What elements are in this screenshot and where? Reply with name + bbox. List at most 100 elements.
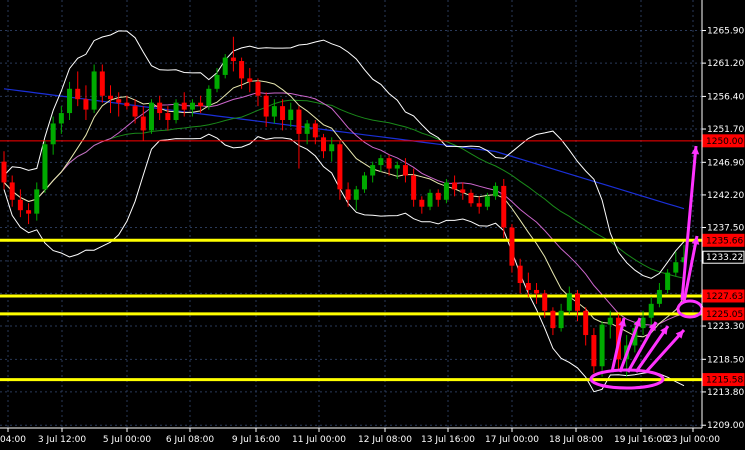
y-tick-label-4: 1246.90 — [707, 158, 744, 168]
y-tick-label-6: 1237.50 — [707, 224, 744, 234]
candle-body-45 — [370, 165, 376, 176]
candle-body-79 — [648, 303, 654, 318]
x-tick-label-8: 17 Jul 00:00 — [485, 435, 539, 445]
candle-body-28 — [230, 57, 236, 62]
candle-body-54 — [443, 182, 449, 200]
candle-body-29 — [239, 61, 245, 79]
candle-body-59 — [484, 196, 490, 207]
candle-body-13 — [108, 95, 114, 100]
price-badge-label-4: 1225.05 — [706, 310, 743, 320]
candle-body-63 — [517, 265, 523, 284]
candle-body-30 — [247, 78, 253, 82]
candle-body-67 — [550, 310, 556, 329]
candle-body-68 — [558, 310, 564, 329]
candle-body-64 — [525, 283, 531, 290]
candle-body-10 — [83, 99, 89, 110]
y-tick-label-3: 1251.70 — [707, 125, 744, 135]
x-tick-label-1: 3 Jul 12:00 — [38, 435, 87, 445]
y-tick-label-10: 1218.50 — [707, 355, 744, 365]
candle-body-81 — [665, 272, 671, 290]
candle-body-0 — [1, 161, 7, 183]
x-tick-label-10: 19 Jul 16:00 — [614, 435, 668, 445]
x-tick-label-2: 5 Jul 00:00 — [103, 435, 152, 445]
candle-body-55 — [452, 182, 458, 190]
candle-body-14 — [116, 99, 122, 103]
candle-body-19 — [157, 102, 163, 114]
candle-body-44 — [361, 175, 367, 190]
candle-body-66 — [542, 293, 548, 311]
price-chart[interactable]: 1265.90 1261.20 1256.40 1251.70 1246.90 1242.… — [0, 0, 745, 450]
price-badge-label-1: 1235.66 — [706, 236, 743, 246]
candle-body-27 — [222, 57, 228, 75]
candle-body-15 — [124, 102, 130, 107]
x-tick-label-6: 12 Jul 08:00 — [358, 435, 412, 445]
candle-body-4 — [34, 189, 40, 214]
candle-body-51 — [419, 199, 425, 207]
candle-body-50 — [411, 175, 417, 200]
candle-body-53 — [435, 192, 441, 200]
candle-body-47 — [386, 158, 392, 169]
candle-body-49 — [402, 165, 408, 176]
candle-body-25 — [206, 88, 212, 107]
x-tick-label-5: 11 Jul 00:00 — [292, 435, 346, 445]
candle-body-38 — [312, 123, 318, 138]
candle-body-22 — [181, 102, 187, 110]
price-badge-label-2: 1233.22 — [706, 253, 743, 263]
x-tick-label-3: 6 Jul 08:00 — [166, 435, 215, 445]
candle-body-9 — [75, 88, 81, 100]
candle-body-58 — [476, 203, 482, 207]
candle-body-37 — [304, 123, 310, 134]
y-tick-label-5: 1242.20 — [707, 191, 744, 201]
candle-body-36 — [296, 109, 302, 134]
candle-body-17 — [140, 116, 146, 131]
candle-body-60 — [493, 185, 499, 197]
candle-body-71 — [583, 310, 589, 336]
candle-body-57 — [468, 192, 474, 204]
candle-body-6 — [50, 123, 56, 145]
candle-body-24 — [198, 102, 204, 107]
candle-body-32 — [263, 95, 269, 117]
candle-body-18 — [148, 102, 154, 131]
price-badge-label-3: 1227.63 — [706, 292, 743, 302]
x-tick-label-7: 13 Jul 16:00 — [421, 435, 475, 445]
y-tick-label-0: 1265.90 — [707, 27, 744, 37]
candle-body-2 — [17, 199, 23, 211]
candle-body-65 — [534, 289, 540, 294]
candle-body-72 — [591, 335, 597, 367]
price-badge-label-5: 1215.58 — [706, 376, 743, 386]
chart-background — [0, 0, 745, 450]
x-tick-label-9: 18 Jul 08:00 — [549, 435, 603, 445]
y-tick-label-9: 1223.30 — [707, 322, 744, 332]
candle-body-80 — [656, 289, 662, 304]
candle-body-26 — [214, 74, 220, 89]
price-badge-label-0: 1250.00 — [706, 137, 743, 147]
candle-body-21 — [173, 102, 179, 121]
x-tick-label-0: 04:00 — [0, 435, 26, 445]
x-tick-label-4: 9 Jul 16:00 — [232, 435, 281, 445]
candle-body-82 — [673, 262, 679, 273]
candle-body-31 — [255, 81, 261, 96]
x-tick-label-11: 23 Jul 00:00 — [666, 435, 720, 445]
y-tick-label-11: 1213.80 — [707, 388, 744, 398]
candle-body-16 — [132, 106, 138, 117]
candle-body-35 — [288, 109, 294, 121]
candle-body-3 — [26, 210, 32, 214]
y-tick-label-1: 1261.20 — [707, 59, 744, 69]
candle-body-78 — [640, 317, 646, 329]
candle-body-70 — [574, 293, 580, 311]
candle-body-62 — [509, 227, 515, 266]
candle-body-41 — [337, 144, 343, 190]
candle-body-73 — [599, 324, 605, 367]
candle-body-56 — [460, 189, 466, 193]
candle-body-5 — [42, 144, 48, 190]
candle-body-12 — [99, 71, 105, 96]
candle-body-7 — [58, 113, 64, 124]
candle-body-20 — [165, 113, 171, 121]
candle-body-8 — [67, 88, 73, 114]
candle-body-34 — [280, 106, 286, 121]
candle-body-11 — [91, 71, 97, 110]
candle-body-74 — [607, 317, 613, 325]
candle-body-69 — [566, 293, 572, 311]
candle-body-39 — [321, 137, 327, 152]
candle-body-40 — [329, 144, 335, 152]
